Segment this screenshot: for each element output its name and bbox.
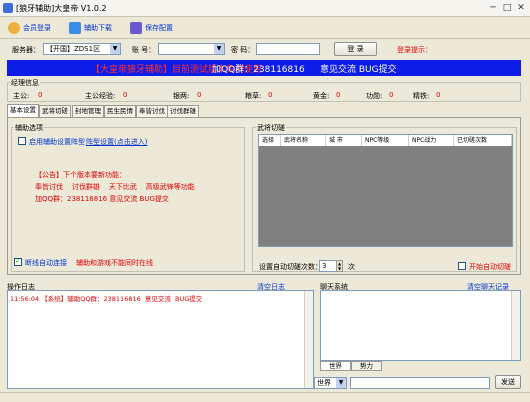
- status-bar: [0, 392, 530, 402]
- toolbar: 会员登录 辅助下载 保存配置: [0, 17, 530, 39]
- auto-duel-checkbox[interactable]: [458, 262, 466, 270]
- chevron-down-icon: ▼: [110, 44, 120, 54]
- login-button[interactable]: 登 录: [334, 42, 377, 56]
- tab-chat-force[interactable]: 势力: [351, 361, 382, 371]
- assist-group-title: 辅助选项: [14, 123, 44, 133]
- minimize-button[interactable]: ─: [486, 2, 500, 14]
- banner-qq-group: 加QQ群：238116816: [212, 65, 305, 75]
- stat-merit-label: 功勋:: [366, 92, 383, 100]
- title-bar: [狼牙辅助]大皇帝 V1.0.2 ─ □ ✕: [0, 0, 530, 17]
- chat-channel-value: 世界: [317, 379, 331, 387]
- tab-crusade[interactable]: 讨伐群雄: [167, 105, 199, 117]
- window-title: [狼牙辅助]大皇帝 V1.0.2: [16, 4, 107, 13]
- stat-exp-value: 0: [123, 91, 128, 99]
- download-button[interactable]: 辅助下载: [69, 20, 112, 36]
- tab-crusade-label: 讨伐群雄: [170, 107, 196, 115]
- chevron-down-icon: ▼: [214, 44, 224, 54]
- banner-feedback: 意见交流 BUG提交: [320, 65, 397, 75]
- password-input[interactable]: [256, 43, 320, 55]
- login-hint: 登录提示：: [397, 46, 432, 54]
- auto-reconnect-label: 断线自动连接: [25, 259, 67, 267]
- download-icon: [69, 22, 81, 34]
- stat-gold-label: 黄金:: [313, 92, 330, 100]
- auto-reconnect-note: 辅助和游戏不能同时在线: [76, 259, 153, 267]
- tab-general-duel[interactable]: 武将切磋: [39, 105, 71, 117]
- account-input[interactable]: ▼: [158, 43, 225, 55]
- stat-grain-value: 0: [268, 91, 273, 99]
- column-npc-level[interactable]: NPC等级: [362, 135, 409, 146]
- log-entry: 11:56:04 【系统】辅助QQ群：238116816 意见交流 BUG提交: [10, 293, 202, 303]
- send-button[interactable]: 发送: [495, 375, 521, 389]
- chevron-down-icon: ▼: [336, 378, 346, 388]
- profile-section-title: 经理信息: [10, 78, 40, 88]
- download-label: 辅助下载: [84, 24, 112, 32]
- stat-silver-label: 银两:: [173, 92, 190, 100]
- tab-fief-management-label: 封地管理: [75, 107, 101, 115]
- member-login-button[interactable]: 会员登录: [8, 20, 51, 36]
- stat-gold-value: 0: [336, 91, 341, 99]
- column-select[interactable]: 选择: [259, 135, 281, 146]
- tab-basic-settings-label: 基本设置: [10, 106, 36, 114]
- close-button[interactable]: ✕: [514, 2, 528, 14]
- duel-group-title: 武将切磋: [256, 123, 286, 133]
- maximize-button[interactable]: □: [500, 2, 514, 14]
- auto-reconnect-checkbox[interactable]: [14, 257, 22, 266]
- chat-panel[interactable]: [320, 290, 521, 361]
- enable-formation-label: 启用辅助设置阵型: [29, 138, 85, 146]
- column-general-name[interactable]: 武将名称: [281, 135, 326, 146]
- chat-scrollbar[interactable]: [511, 291, 520, 360]
- duel-count-value: 3: [322, 262, 327, 270]
- log-entry-time: 11:56:04: [10, 295, 40, 303]
- save-config-button[interactable]: 保存配置: [130, 20, 173, 36]
- auto-duel-label: 开始自动切磋: [469, 263, 511, 271]
- member-login-label: 会员登录: [23, 24, 51, 32]
- tab-campaign[interactable]: 奉皆讨伐: [136, 105, 168, 117]
- profile-stats: 主公: 0 主公经验: 0 银两: 0 粮草: 0 黄金: 0 功勋: 0 精铁…: [13, 91, 513, 101]
- stat-lord-value: 0: [38, 91, 43, 99]
- tab-fief-management[interactable]: 封地管理: [72, 105, 104, 117]
- stat-merit-value: 0: [389, 91, 394, 99]
- tab-chat-world[interactable]: 世界: [320, 361, 351, 371]
- stat-iron-label: 精铁:: [413, 92, 430, 100]
- stat-grain-label: 粮草:: [245, 92, 262, 100]
- tab-basic-settings[interactable]: 基本设置: [7, 104, 39, 117]
- duel-count-stepper[interactable]: ▲ ▼: [336, 260, 343, 272]
- notice-qq-group: 加QQ群：238116816 意见交流 BUG提交: [35, 195, 169, 203]
- notice-features: 奉皆讨伐 讨伐群雄 天下比武 高级武锋等功能: [35, 183, 195, 191]
- save-config-label: 保存配置: [145, 24, 173, 32]
- tab-general-duel-label: 武将切磋: [42, 107, 68, 115]
- server-select-value: 【开国】ZDS1区: [46, 45, 101, 53]
- user-icon: [8, 22, 20, 34]
- stat-exp-label: 主公经验:: [85, 92, 116, 100]
- stat-silver-value: 0: [197, 91, 202, 99]
- tab-livelihood-label: 民生民情: [107, 107, 133, 115]
- log-scrollbar[interactable]: [304, 291, 313, 388]
- tab-livelihood[interactable]: 民生民情: [104, 105, 136, 117]
- chat-channel-select[interactable]: 世界 ▼: [314, 377, 347, 389]
- duel-list[interactable]: 选择 武将名称 城 市 NPC等级 NPC战力 已切磋次数: [258, 134, 513, 247]
- stat-lord-label: 主公:: [13, 92, 30, 100]
- stat-iron-value: 0: [436, 91, 441, 99]
- duel-count-label: 设置自动切磋次数：: [259, 263, 322, 271]
- duel-list-header: 选择 武将名称 城 市 NPC等级 NPC战力 已切磋次数: [259, 135, 512, 146]
- tab-campaign-label: 奉皆讨伐: [139, 107, 165, 115]
- announcement-banner: 【大皇帝狼牙辅助】目前测试版本免费使用 加QQ群：238116816 意见交流 …: [7, 60, 521, 76]
- notice-title: 【公告】下个版本要新功能：: [35, 171, 126, 179]
- column-city[interactable]: 城 市: [326, 135, 362, 146]
- duel-count-unit: 次: [348, 263, 355, 271]
- chat-message-input[interactable]: [350, 377, 490, 389]
- log-panel[interactable]: 11:56:04 【系统】辅助QQ群：238116816 意见交流 BUG提交: [7, 290, 314, 389]
- app-icon: [3, 3, 13, 13]
- enable-formation-checkbox[interactable]: [18, 137, 26, 145]
- log-entry-text: 【系统】辅助QQ群：238116816 意见交流 BUG提交: [41, 295, 203, 303]
- save-icon: [130, 22, 142, 34]
- server-label: 服务器：: [12, 46, 40, 54]
- formation-settings-link[interactable]: 阵型设置(点击进入): [86, 137, 147, 147]
- server-select[interactable]: 【开国】ZDS1区 ▼: [43, 43, 121, 55]
- password-label: 密 码：: [231, 46, 255, 54]
- column-duel-count[interactable]: 已切磋次数: [454, 135, 512, 146]
- account-label: 账 号：: [132, 46, 156, 54]
- column-npc-power[interactable]: NPC战力: [409, 135, 454, 146]
